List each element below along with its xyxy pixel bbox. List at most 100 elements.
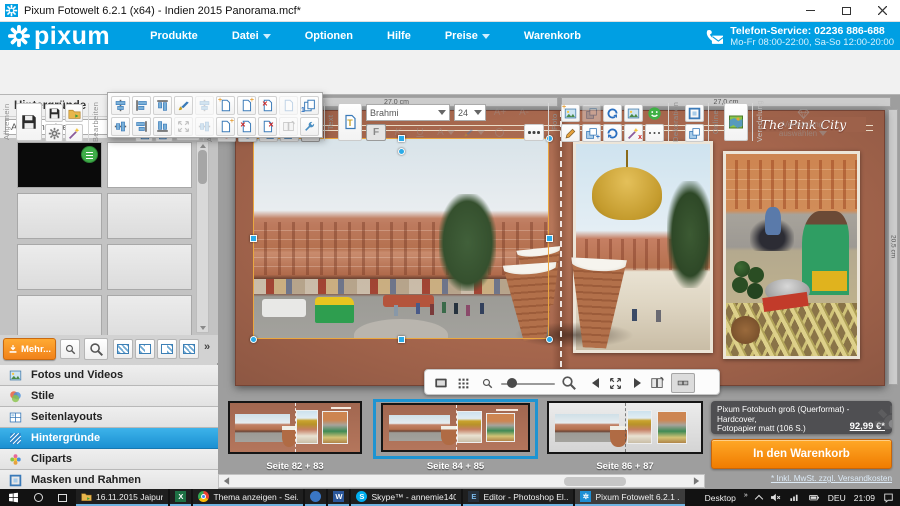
font-size-select[interactable]: 24 <box>454 104 486 121</box>
fit-view-button[interactable] <box>605 373 625 393</box>
delete-page-button[interactable]: ✕ <box>258 96 277 115</box>
start-button[interactable] <box>0 489 26 506</box>
italic-button[interactable]: K <box>388 124 408 141</box>
page-turn-button[interactable] <box>647 373 667 393</box>
volume-muted-icon[interactable] <box>770 492 781 503</box>
sidebar-item-stile[interactable]: Stile <box>0 386 218 407</box>
handle-bottom-left[interactable] <box>250 336 257 343</box>
photo-rotate-left-button[interactable] <box>603 124 622 142</box>
page-thumb-86-87[interactable] <box>547 401 703 454</box>
match-size-button[interactable] <box>174 117 193 136</box>
align-left-button[interactable] <box>132 96 151 115</box>
sidebar-item-masken[interactable]: Masken und Rahmen <box>0 470 218 491</box>
center-vertical-button[interactable] <box>111 117 130 136</box>
photo-frame-button[interactable] <box>624 104 643 122</box>
font-family-select[interactable]: Brahmi <box>366 104 450 121</box>
page-settings-button[interactable] <box>300 117 319 136</box>
taskbar-item-word[interactable]: W <box>328 489 349 506</box>
menu-preise[interactable]: Preise <box>445 30 490 42</box>
deco-shapes-button[interactable] <box>685 124 704 142</box>
photo-more-button[interactable] <box>645 124 664 142</box>
maximize-button[interactable] <box>828 0 864 21</box>
scrollbar-thumb[interactable] <box>198 150 207 184</box>
veredelung-select-button[interactable]: Veredelungauswählen <box>768 103 838 141</box>
photo-rotate-right-button[interactable] <box>603 104 622 122</box>
photo-shape-add-button[interactable]: + <box>582 124 601 142</box>
insert-page-left-button[interactable]: + <box>216 96 235 115</box>
background-thumb[interactable] <box>107 244 192 290</box>
center-horizontal-button[interactable] <box>111 96 130 115</box>
previous-page-button[interactable] <box>585 373 605 393</box>
scrollbar-thumb[interactable] <box>564 477 626 486</box>
background-thumb[interactable] <box>17 244 102 290</box>
pages-scrollbar[interactable] <box>218 474 705 488</box>
scroll-up-icon[interactable] <box>200 144 206 148</box>
zoom-in-thumbs-button[interactable] <box>84 338 108 360</box>
background-thumb[interactable] <box>107 295 192 335</box>
menu-datei[interactable]: Datei <box>232 30 271 42</box>
background-thumb[interactable] <box>17 295 102 335</box>
menu-optionen[interactable]: Optionen <box>305 30 353 42</box>
taskbar-item-folder[interactable]: 16.11.2015 Jaipur <box>76 489 168 506</box>
page-thumb-82-83[interactable] <box>228 401 362 454</box>
fill-color-button[interactable] <box>462 124 486 141</box>
handle-bottom-center[interactable] <box>398 336 405 343</box>
handle-mid-left[interactable] <box>250 235 257 242</box>
taskbar-item-pixum[interactable]: ✲Pixum Fotowelt 6.2.1 ... <box>575 489 685 506</box>
page-lock-button[interactable] <box>279 96 298 115</box>
zoom-out-button[interactable] <box>477 373 497 393</box>
add-photo-button[interactable]: + <box>561 104 580 122</box>
photo-effects-button[interactable]: x <box>624 124 643 142</box>
distribute-horizontal-button[interactable] <box>195 96 214 115</box>
save-button[interactable] <box>16 103 42 141</box>
sidebar-item-seitenlayouts[interactable]: Seitenlayouts <box>0 407 218 428</box>
zoom-slider-handle[interactable] <box>507 378 517 388</box>
minimize-button[interactable] <box>792 0 828 21</box>
menu-produkte[interactable]: Produkte <box>150 30 198 42</box>
background-thumb-white[interactable] <box>107 142 192 188</box>
background-thumb-black[interactable] <box>17 142 102 188</box>
close-button[interactable] <box>864 0 900 21</box>
sidebar-item-hintergruende[interactable]: Hintergründe <box>0 428 218 449</box>
handle-rotate[interactable] <box>398 148 405 155</box>
handle-bottom-right[interactable] <box>546 336 553 343</box>
menu-warenkorb[interactable]: Warenkorb <box>524 30 581 42</box>
bold-button[interactable]: F <box>366 124 386 141</box>
expand-toolbar-icon[interactable]: » <box>204 341 210 353</box>
outline-button[interactable] <box>490 124 508 141</box>
taskbar-item-excel[interactable]: X <box>170 489 191 506</box>
thumbnails-scrollbar[interactable] <box>196 141 209 333</box>
spread-view-button[interactable] <box>279 117 298 136</box>
battery-icon[interactable] <box>808 492 820 503</box>
taskbar-item-chrome[interactable]: Thema anzeigen - Sei... <box>193 489 303 506</box>
view-both-pages-button[interactable] <box>113 339 133 359</box>
overview-grid-button[interactable] <box>453 373 473 393</box>
scroll-right-icon[interactable] <box>694 477 699 485</box>
desktop-toggle[interactable]: Desktop <box>705 493 736 503</box>
background-thumb[interactable] <box>107 193 192 239</box>
deco-frame-button[interactable] <box>685 104 704 122</box>
menu-hilfe[interactable]: Hilfe <box>387 30 411 42</box>
insert-page-button[interactable]: + <box>216 117 235 136</box>
open-button[interactable] <box>65 104 83 122</box>
assistant-button[interactable] <box>65 124 83 142</box>
tax-note-link[interactable]: * Inkl. MwSt. zzgl. Versandkosten <box>771 474 892 483</box>
show-hidden-icons[interactable] <box>755 494 763 502</box>
scroll-left-icon[interactable] <box>224 477 229 485</box>
zoom-out-thumbs-button[interactable] <box>60 339 80 359</box>
insert-page-right-button[interactable]: + <box>237 96 256 115</box>
font-decrease-button[interactable]: A- <box>514 104 534 121</box>
page-thumb-84-85[interactable] <box>381 403 530 452</box>
panorama-view-button[interactable] <box>671 373 695 393</box>
photo-street-vendor[interactable] <box>723 151 860 359</box>
handle-mid-right[interactable] <box>546 235 553 242</box>
zoom-in-button[interactable] <box>559 373 579 393</box>
view-spread-button[interactable] <box>179 339 199 359</box>
network-icon[interactable] <box>789 492 800 503</box>
cortana-button[interactable] <box>26 489 50 506</box>
notification-center-icon[interactable] <box>883 492 894 503</box>
add-to-cart-button[interactable]: In den Warenkorb <box>711 439 892 469</box>
delete-page-right-button[interactable]: ✕ <box>258 117 277 136</box>
language-indicator[interactable]: DEU <box>828 493 846 503</box>
align-bottom-button[interactable] <box>153 117 172 136</box>
